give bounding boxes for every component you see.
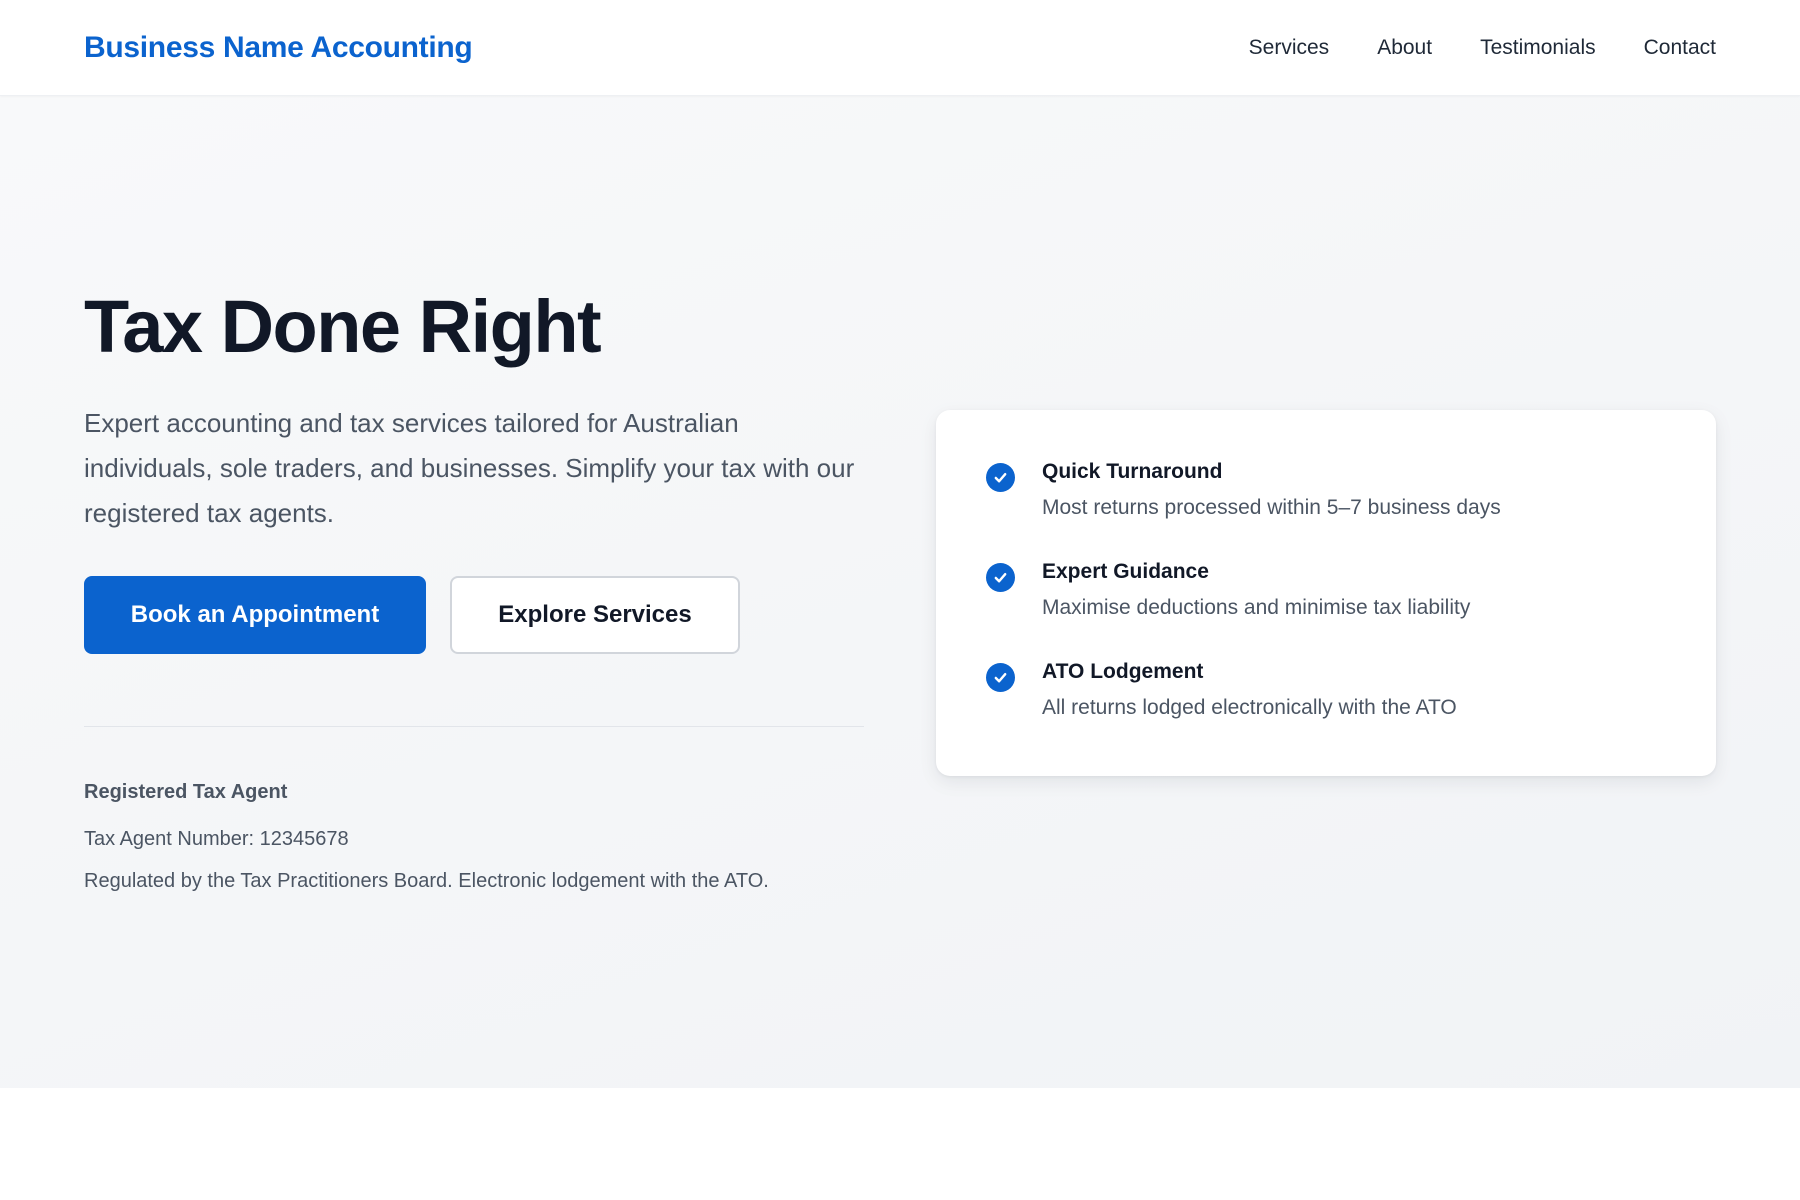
feature-item: Quick Turnaround Most returns processed … — [986, 458, 1666, 522]
brand-logo[interactable]: Business Name Accounting — [84, 31, 473, 65]
feature-description: Most returns processed within 5–7 busine… — [1042, 496, 1501, 519]
nav-link-testimonials[interactable]: Testimonials — [1480, 36, 1596, 60]
feature-title: Quick Turnaround — [1042, 460, 1223, 483]
check-circle-icon — [986, 563, 1015, 592]
book-appointment-button[interactable]: Book an Appointment — [84, 576, 426, 655]
feature-item: ATO Lodgement All returns lodged electro… — [986, 658, 1666, 722]
agent-regulation: Regulated by the Tax Practitioners Board… — [84, 870, 769, 893]
feature-text: Quick Turnaround Most returns processed … — [1042, 458, 1501, 522]
main-nav: Services About Testimonials Contact — [1249, 36, 1716, 60]
check-circle-icon — [986, 663, 1015, 692]
agent-number: Tax Agent Number: 12345678 — [84, 828, 349, 851]
hero-buttons: Book an Appointment Explore Services — [84, 576, 864, 655]
explore-services-button[interactable]: Explore Services — [450, 576, 740, 655]
hero-subtitle: Expert accounting and tax services tailo… — [84, 408, 855, 529]
feature-item: Expert Guidance Maximise deductions and … — [986, 558, 1666, 622]
hero-title: Tax Done Right — [84, 285, 602, 368]
feature-description: All returns lodged electronically with t… — [1042, 696, 1457, 719]
agent-heading: Registered Tax Agent — [84, 781, 288, 804]
feature-text: Expert Guidance Maximise deductions and … — [1042, 558, 1470, 622]
feature-title: ATO Lodgement — [1042, 660, 1204, 683]
nav-link-services[interactable]: Services — [1249, 36, 1330, 60]
hero-content: Tax Done Right Expert accounting and tax… — [84, 286, 864, 893]
feature-title: Expert Guidance — [1042, 560, 1209, 583]
divider — [84, 726, 864, 728]
nav-link-contact[interactable]: Contact — [1644, 36, 1716, 60]
features-card: Quick Turnaround Most returns processed … — [936, 410, 1716, 776]
tax-agent-info: Registered Tax Agent Tax Agent Number: 1… — [84, 781, 864, 893]
feature-text: ATO Lodgement All returns lodged electro… — [1042, 658, 1457, 722]
check-circle-icon — [986, 463, 1015, 492]
nav-link-about[interactable]: About — [1377, 36, 1432, 60]
feature-description: Maximise deductions and minimise tax lia… — [1042, 596, 1471, 619]
hero-section: Tax Done Right Expert accounting and tax… — [0, 96, 1800, 1088]
site-header: Business Name Accounting Services About … — [0, 0, 1800, 96]
